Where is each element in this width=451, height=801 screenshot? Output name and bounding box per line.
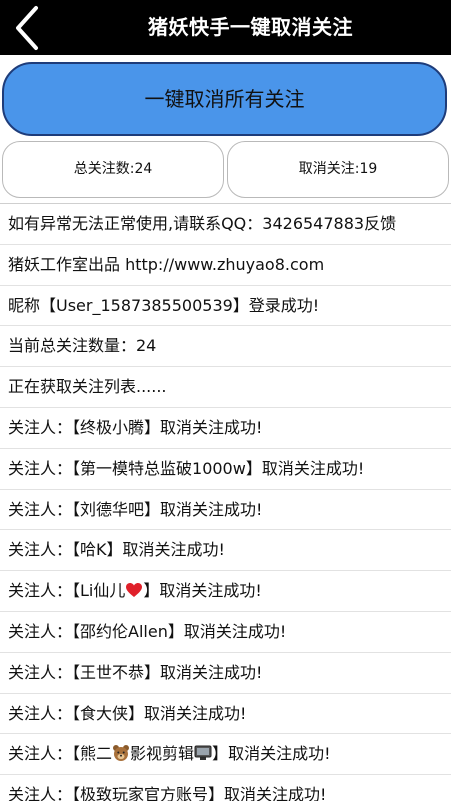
follow-name: 【王世不恭】 — [72, 662, 161, 682]
success-suffix: 取消关注成功! — [160, 417, 263, 437]
follow-prefix: 关注人： — [8, 540, 73, 560]
log-list[interactable]: 如有异常无法正常使用,请联系QQ：3426547883反馈 猪妖工作室出品 ht… — [0, 203, 451, 801]
success-suffix: 取消关注成功! — [160, 499, 263, 519]
success-suffix: 取消关注成功! — [144, 703, 247, 723]
bear-icon — [113, 745, 130, 762]
log-line-unfollow: 关注人：【熊二 影视剪辑 】取消关注成功! — [0, 734, 451, 776]
follow-name-mid: 影视剪辑 — [130, 744, 195, 764]
follow-prefix: 关注人： — [8, 581, 73, 601]
follow-name: 【第一模特总监破1000w】 — [72, 458, 262, 478]
follow-name: 【熊二 — [72, 744, 113, 764]
follow-prefix: 关注人： — [8, 662, 73, 682]
follow-prefix: 关注人： — [8, 785, 73, 801]
log-line-unfollow: 关注人：【第一模特总监破1000w】取消关注成功! — [0, 449, 451, 490]
follow-prefix: 关注人： — [8, 703, 73, 723]
success-suffix: 取消关注成功! — [159, 581, 262, 601]
log-line-login: 昵称【User_1587385500539】登录成功! — [0, 286, 451, 327]
success-suffix: 取消关注成功! — [122, 540, 225, 560]
log-line-credit: 猪妖工作室出品 http://www.zhuyao8.com — [0, 245, 451, 286]
success-suffix: 取消关注成功! — [224, 785, 327, 801]
follow-name: 【终极小腾】 — [72, 417, 161, 437]
log-line-unfollow: 关注人：【极致玩家官方账号】取消关注成功! — [0, 775, 451, 801]
follow-name: 【邵约伦Allen】 — [72, 621, 184, 641]
log-line-unfollow: 关注人：【哈K】取消关注成功! — [0, 530, 451, 572]
page-title: 猪妖快手一键取消关注 — [148, 15, 353, 39]
log-line-unfollow: 关注人：【王世不恭】取消关注成功! — [0, 653, 451, 694]
follow-name-end: 】 — [212, 744, 229, 764]
success-suffix: 取消关注成功! — [160, 662, 263, 682]
follow-name: 【极致玩家官方账号】 — [72, 785, 225, 801]
follow-name: 【哈K】 — [72, 540, 123, 560]
monitor-icon — [194, 745, 212, 761]
total-follow-count: 总关注数:24 — [2, 141, 224, 198]
follow-prefix: 关注人： — [8, 458, 73, 478]
log-line-unfollow: 关注人：【邵约伦Allen】取消关注成功! — [0, 612, 451, 653]
log-line-total: 当前总关注数量：24 — [0, 326, 451, 368]
success-suffix: 取消关注成功! — [261, 458, 365, 478]
top-bar: 猪妖快手一键取消关注 — [0, 0, 451, 55]
follow-prefix: 关注人： — [8, 417, 73, 437]
unfollow-all-button[interactable]: 一键取消所有关注 — [2, 62, 447, 136]
cancelled-follow-count: 取消关注:19 — [227, 141, 449, 198]
chevron-left-icon — [16, 6, 38, 50]
follow-name: 【刘德华吧】 — [72, 499, 161, 519]
success-suffix: 取消关注成功! — [228, 744, 331, 764]
follow-name-end: 】 — [143, 581, 160, 601]
log-line-fetching: 正在获取关注列表...... — [0, 367, 451, 408]
follow-prefix: 关注人： — [8, 744, 73, 764]
heart-icon — [126, 583, 143, 598]
follow-name: 【Li仙儿 — [72, 581, 126, 601]
log-line-contact: 如有异常无法正常使用,请联系QQ：3426547883反馈 — [0, 204, 451, 245]
follow-prefix: 关注人： — [8, 499, 73, 519]
success-suffix: 取消关注成功! — [183, 621, 287, 641]
follow-name: 【食大侠】 — [72, 703, 145, 723]
follow-prefix: 关注人： — [8, 621, 73, 641]
log-line-unfollow: 关注人：【终极小腾】取消关注成功! — [0, 408, 451, 449]
back-button[interactable] — [6, 4, 50, 52]
log-line-unfollow: 关注人：【刘德华吧】取消关注成功! — [0, 490, 451, 531]
log-line-unfollow: 关注人：【Li仙儿 】取消关注成功! — [0, 571, 451, 612]
log-line-unfollow: 关注人：【食大侠】取消关注成功! — [0, 694, 451, 735]
